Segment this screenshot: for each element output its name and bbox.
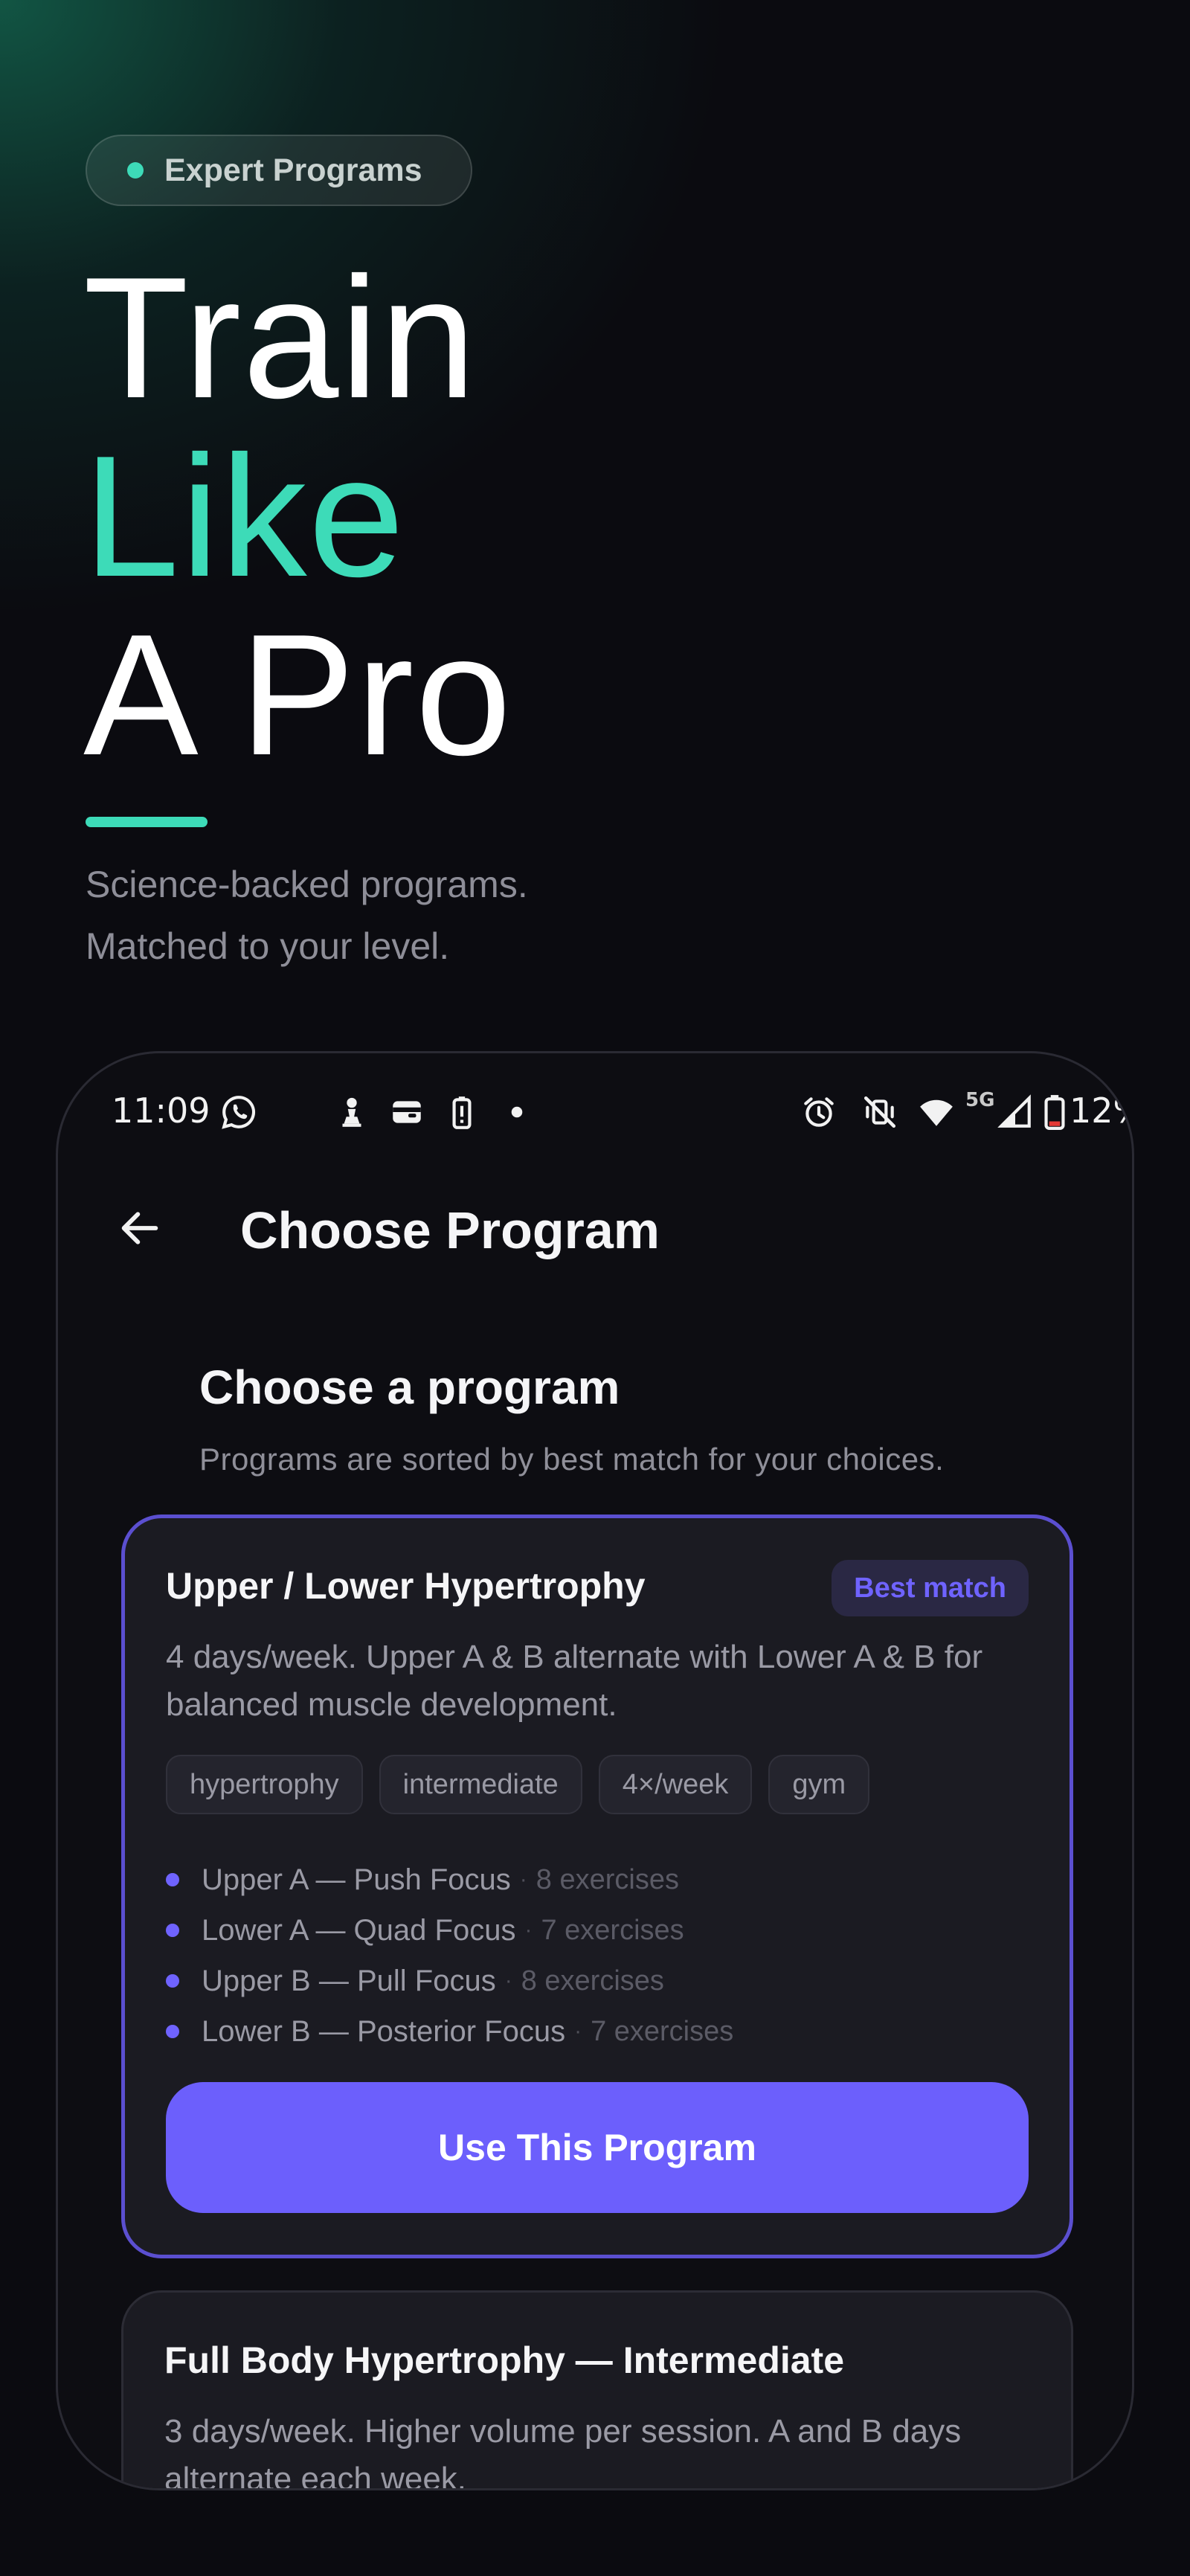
back-button[interactable] [103,1191,177,1265]
whatsapp-icon [222,1096,256,1129]
separator-dot: · [504,1968,512,1993]
separator-dot: · [524,1918,533,1942]
tag-chip: 4×/week [598,1755,753,1814]
network-type-label: 5G [965,1089,995,1111]
pill-label: Expert Programs [164,152,422,188]
exercise-count: 7 exercises [591,2015,734,2047]
program-description: 4 days/week. Upper A & B alternate with … [166,1639,983,1723]
best-match-badge: Best match [832,1560,1029,1616]
list-item: Upper A — Push Focus · 8 exercises [166,1854,733,1905]
day-name: Lower A — Quad Focus [202,1913,516,1947]
cellular-signal-icon [997,1094,1031,1128]
alarm-icon [804,1097,834,1127]
hero-accent-bar [86,817,208,827]
battery-alert-icon [452,1096,472,1129]
day-name: Upper A — Push Focus [202,1863,511,1896]
hero-subtitle-1: Science-backed programs. [86,864,528,905]
wifi-icon [920,1099,953,1126]
separator-dot: · [574,2019,582,2043]
vibrate-off-icon [863,1096,896,1128]
section-title: Choose a program [199,1361,620,1414]
day-name: Upper B — Pull Focus [202,1964,496,1997]
tag-chip: gym [768,1755,870,1814]
notification-dot-icon [511,1106,523,1118]
exercise-count: 8 exercises [536,1863,679,1895]
battery-low-icon [1044,1095,1065,1130]
bullet-dot [166,1873,179,1886]
app-bar-title: Choose Program [240,1201,660,1259]
arrow-left-icon [121,1212,158,1244]
list-item: Lower A — Quad Focus · 7 exercises [166,1905,733,1956]
list-item: Upper B — Pull Focus · 8 exercises [166,1956,733,2006]
status-bar: 11:09 5G 12 [58,1053,1132,1165]
battery-percent: 12% [1070,1091,1132,1131]
program-tags: hypertrophy intermediate 4×/week gym [166,1755,870,1814]
bullet-dot [166,2025,179,2038]
exercise-count: 8 exercises [521,1965,664,1997]
program-days-list: Upper A — Push Focus · 8 exercises Lower… [166,1854,733,2057]
hero-title-line-1: Train [83,242,477,434]
tag-chip: intermediate [379,1755,582,1814]
expert-programs-pill: Expert Programs [86,135,472,206]
chess-pawn-icon [342,1097,361,1127]
separator-dot: · [519,1867,527,1892]
bullet-dot [166,1974,179,1988]
section-subtitle: Programs are sorted by best match for yo… [199,1442,945,1477]
day-name: Lower B — Posterior Focus [202,2014,566,2048]
program-title: Full Body Hypertrophy — Intermediate [164,2339,845,2381]
hero-title-line-2: Like [83,420,406,613]
program-card-upper-lower[interactable]: Upper / Lower Hypertrophy Best match 4 d… [121,1515,1073,2258]
status-time: 11:09 [112,1091,210,1131]
bullet-dot [166,1924,179,1937]
pill-status-dot [127,162,144,179]
program-card-full-body[interactable]: Full Body Hypertrophy — Intermediate 3 d… [121,2290,1073,2490]
program-description: 3 days/week. Higher volume per session. … [164,2413,962,2490]
list-item: Lower B — Posterior Focus · 7 exercises [166,2006,733,2057]
phone-mockup: 11:09 5G 12 Choose Program Choose a prog… [56,1051,1134,2490]
hero-title-line-3: A Pro [83,599,513,791]
use-this-program-button[interactable]: Use This Program [166,2082,1029,2213]
exercise-count: 7 exercises [541,1914,684,1946]
wallet-icon [393,1101,421,1123]
program-title: Upper / Lower Hypertrophy [166,1565,646,1607]
hero-subtitle-2: Matched to your level. [86,925,450,967]
tag-chip: hypertrophy [166,1755,363,1814]
